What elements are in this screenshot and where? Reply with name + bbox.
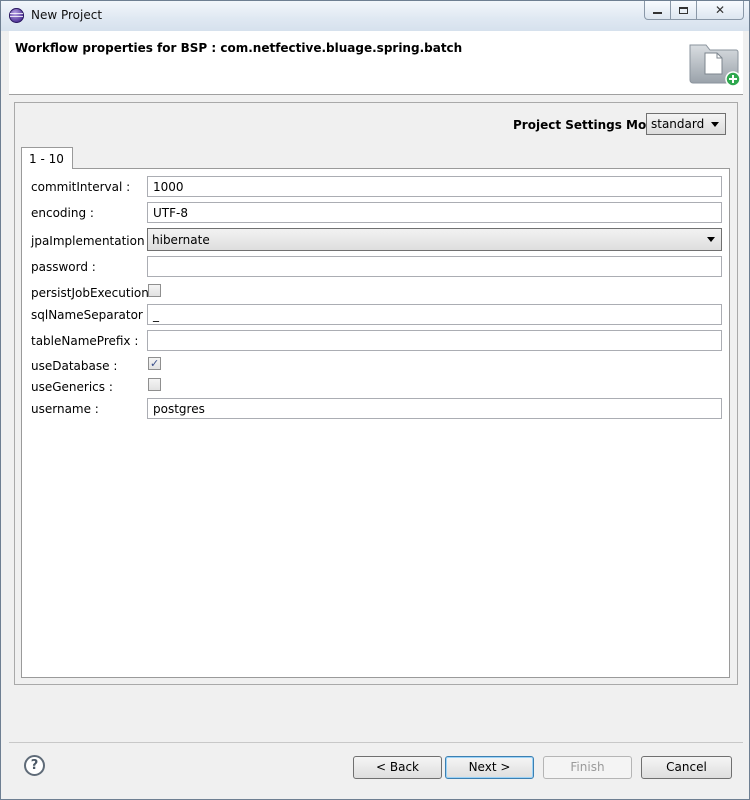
close-button[interactable]: ✕ bbox=[696, 1, 744, 20]
persist-job-execution-row: persistJobExecution : bbox=[22, 282, 731, 304]
new-project-dialog: New Project ✕ Workflow properties for BS… bbox=[0, 0, 750, 800]
use-generics-checkbox[interactable] bbox=[148, 378, 161, 391]
page-title: Workflow properties for BSP : com.netfec… bbox=[15, 41, 463, 55]
maximize-button[interactable] bbox=[670, 1, 697, 20]
commit-interval-row: commitInterval : 1000 bbox=[22, 176, 731, 198]
properties-area: Project Settings Mode : standard 1 - 10 … bbox=[14, 102, 738, 685]
new-project-folder-icon bbox=[689, 44, 741, 87]
project-settings-mode-value: standard bbox=[651, 117, 705, 131]
chevron-down-icon bbox=[711, 122, 719, 127]
jpa-implementation-value: hibernate bbox=[152, 233, 210, 247]
jpa-implementation-select[interactable]: hibernate bbox=[147, 228, 722, 251]
use-generics-label: useGenerics : bbox=[31, 380, 113, 394]
table-name-prefix-label: tableNamePrefix : bbox=[31, 334, 139, 348]
checkmark-icon: ✓ bbox=[150, 357, 160, 370]
eclipse-app-icon bbox=[9, 8, 24, 23]
sql-name-separator-label: sqlNameSeparator : bbox=[31, 308, 151, 322]
encoding-input[interactable]: UTF-8 bbox=[147, 202, 722, 223]
maximize-icon bbox=[679, 6, 688, 14]
use-generics-row: useGenerics : bbox=[22, 376, 731, 398]
encoding-row: encoding : UTF-8 bbox=[22, 202, 731, 224]
jpa-implementation-label: jpaImplementation : bbox=[31, 234, 153, 248]
password-label: password : bbox=[31, 260, 96, 274]
commit-interval-label: commitInterval : bbox=[31, 180, 131, 194]
help-icon[interactable]: ? bbox=[24, 755, 45, 776]
wizard-header: Workflow properties for BSP : com.netfec… bbox=[9, 31, 743, 95]
table-name-prefix-input[interactable] bbox=[147, 330, 722, 351]
persist-job-execution-checkbox[interactable] bbox=[148, 284, 161, 297]
footer-separator bbox=[9, 742, 743, 743]
back-button[interactable]: < Back bbox=[353, 756, 442, 779]
tab-panel: commitInterval : 1000 encoding : UTF-8 j… bbox=[21, 168, 730, 678]
sql-name-separator-input[interactable]: _ bbox=[147, 304, 722, 325]
username-label: username : bbox=[31, 402, 99, 416]
finish-button[interactable]: Finish bbox=[543, 756, 632, 779]
use-database-label: useDatabase : bbox=[31, 359, 118, 373]
project-settings-mode-select[interactable]: standard bbox=[646, 113, 726, 135]
use-database-row: useDatabase : ✓ bbox=[22, 355, 731, 377]
cancel-button[interactable]: Cancel bbox=[641, 756, 732, 779]
commit-interval-input[interactable]: 1000 bbox=[147, 176, 722, 197]
minimize-icon bbox=[653, 12, 662, 14]
tab-1-10[interactable]: 1 - 10 bbox=[21, 147, 73, 169]
title-bar[interactable]: New Project ✕ bbox=[1, 1, 749, 31]
table-name-prefix-row: tableNamePrefix : bbox=[22, 330, 731, 352]
chevron-down-icon bbox=[707, 237, 715, 242]
password-row: password : bbox=[22, 256, 731, 278]
sql-name-separator-row: sqlNameSeparator : _ bbox=[22, 304, 731, 326]
encoding-label: encoding : bbox=[31, 206, 94, 220]
persist-job-execution-label: persistJobExecution : bbox=[31, 286, 157, 300]
jpa-implementation-row: jpaImplementation : hibernate bbox=[22, 228, 731, 251]
use-database-checkbox[interactable]: ✓ bbox=[148, 357, 161, 370]
minimize-button[interactable] bbox=[644, 1, 671, 20]
next-button[interactable]: Next > bbox=[445, 756, 534, 779]
password-input[interactable] bbox=[147, 256, 722, 277]
username-row: username : postgres bbox=[22, 398, 731, 420]
close-icon: ✕ bbox=[714, 3, 726, 17]
window-title: New Project bbox=[31, 8, 103, 22]
username-input[interactable]: postgres bbox=[147, 398, 722, 419]
